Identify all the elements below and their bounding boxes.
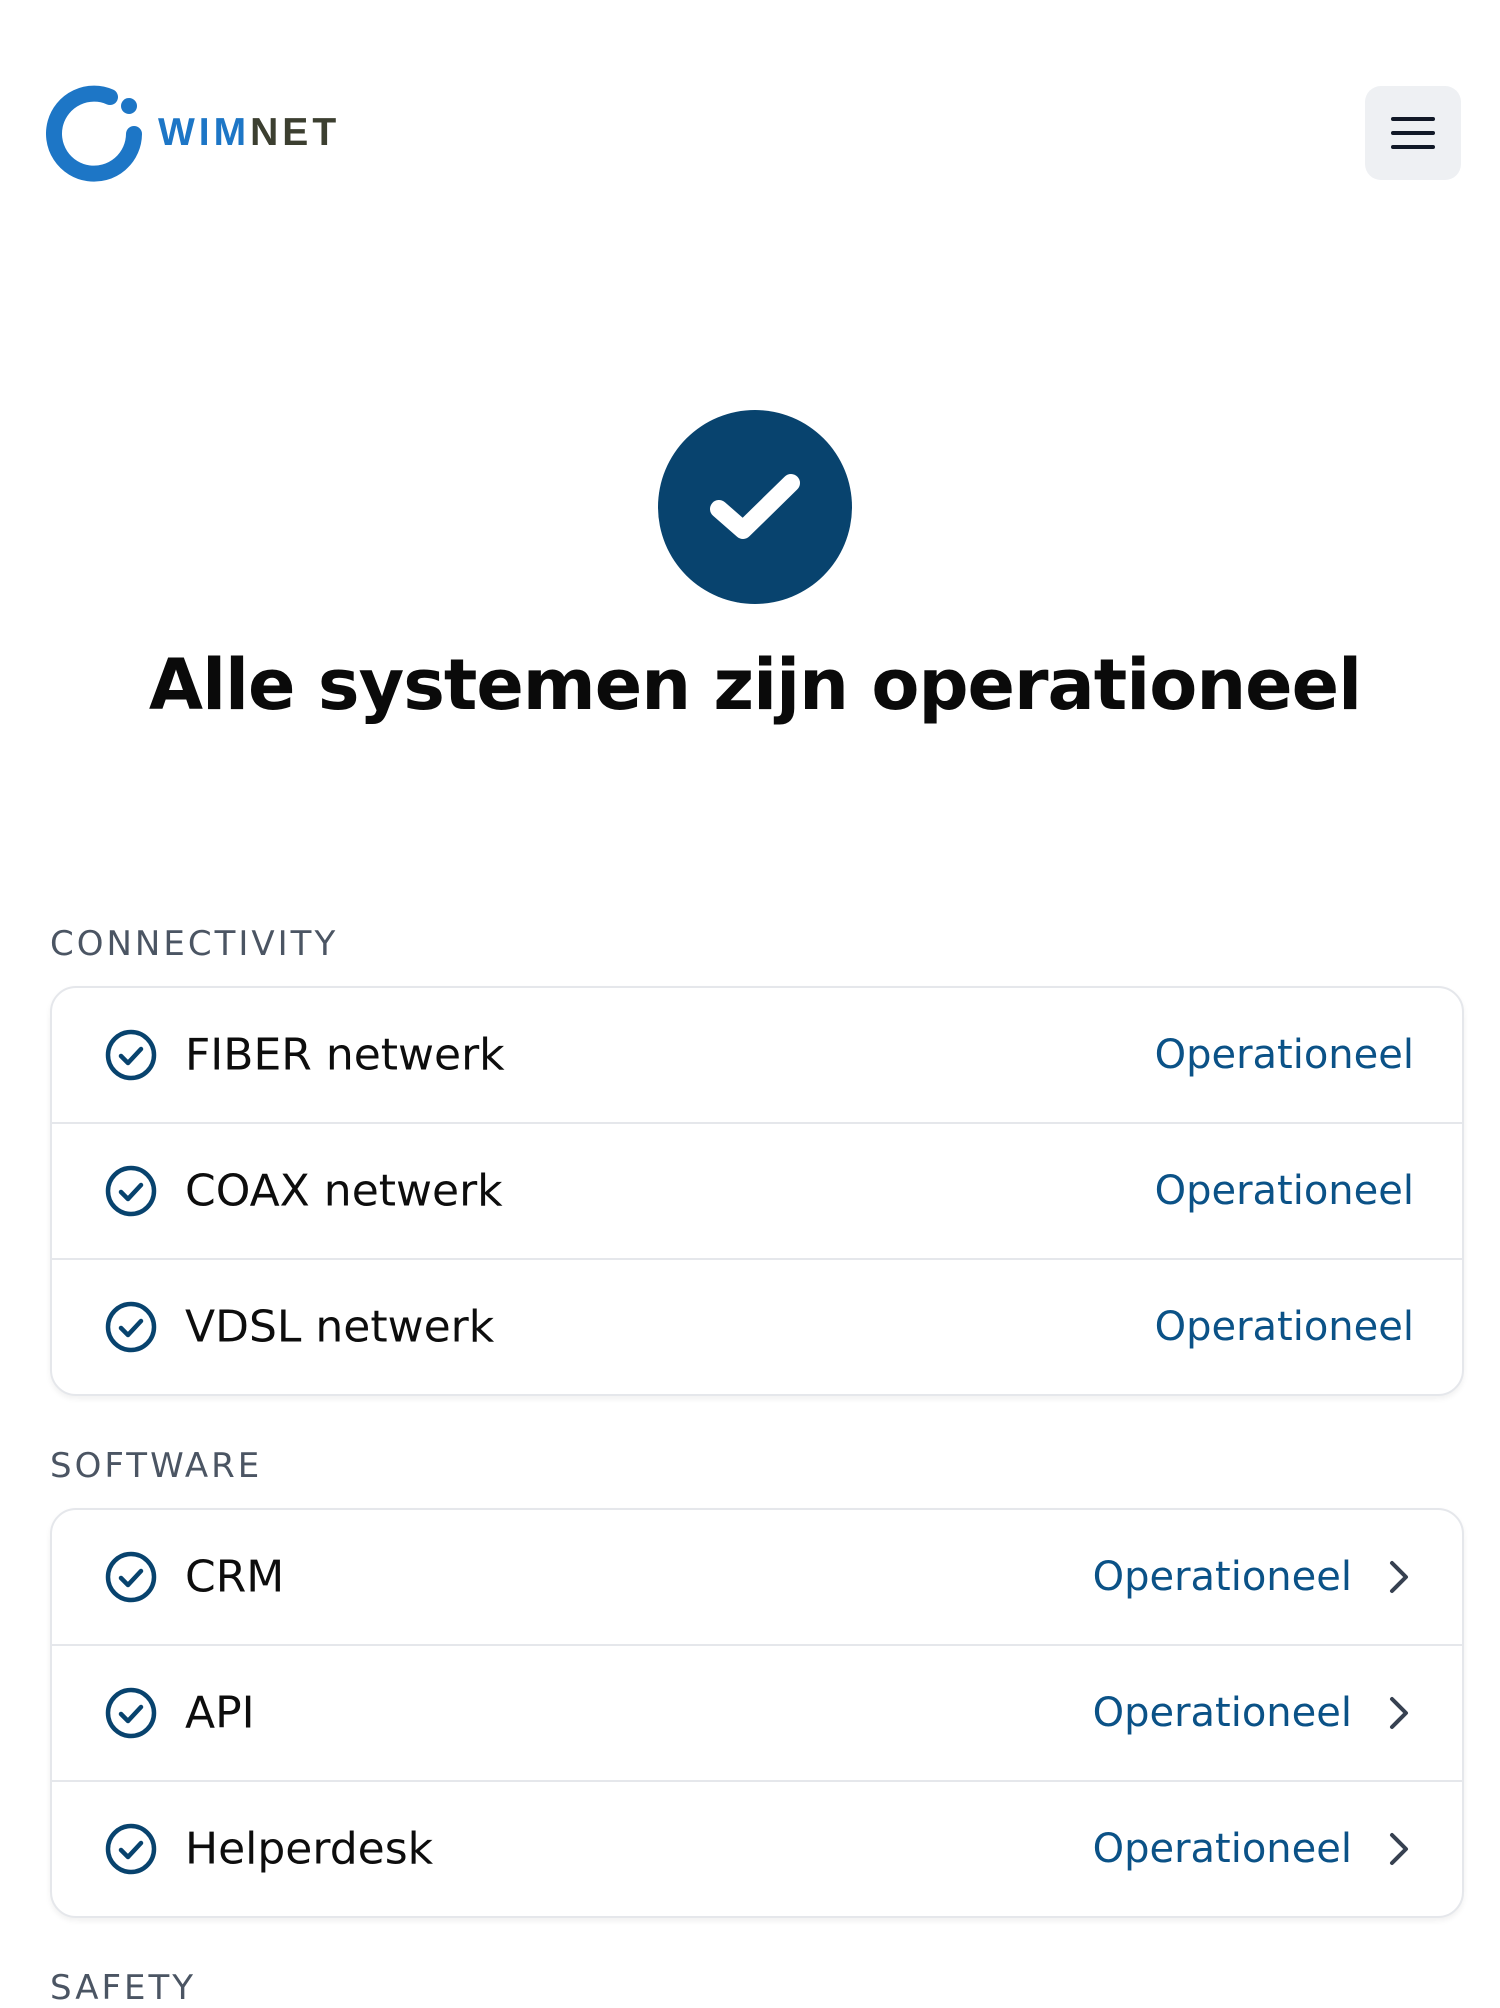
status-text: Operationeel <box>1154 1304 1414 1350</box>
service-row-crm[interactable]: CRM Operationeel <box>52 1510 1462 1644</box>
service-row-helperdesk[interactable]: Helperdesk Operationeel <box>52 1780 1462 1916</box>
service-name: FIBER netwerk <box>185 1029 505 1081</box>
service-name: Helperdesk <box>185 1823 434 1875</box>
service-row-vdsl[interactable]: VDSL netwerk Operationeel <box>52 1258 1462 1394</box>
all-operational-check-icon <box>658 410 852 604</box>
service-name: API <box>185 1687 255 1739</box>
check-circle-icon <box>105 1029 157 1081</box>
check-circle-icon <box>105 1301 157 1353</box>
section-label-software: SOFTWARE <box>50 1446 263 1486</box>
service-row-fiber[interactable]: FIBER netwerk Operationeel <box>52 988 1462 1122</box>
check-circle-icon <box>105 1551 157 1603</box>
chevron-right-icon <box>1390 1561 1408 1593</box>
status-text: Operationeel <box>1154 1032 1414 1078</box>
wimnet-logo-mark-icon <box>46 85 142 182</box>
section-label-safety: SAFETY <box>50 1968 197 2008</box>
checkmark-icon <box>710 474 800 539</box>
section-label-connectivity: CONNECTIVITY <box>50 924 339 964</box>
hamburger-menu-icon <box>1391 117 1435 149</box>
check-circle-icon <box>105 1165 157 1217</box>
status-text: Operationeel <box>1092 1826 1352 1872</box>
site-header: WIMNET <box>0 0 1500 240</box>
service-row-api[interactable]: API Operationeel <box>52 1644 1462 1780</box>
software-card: CRM Operationeel API Operationeel Helper… <box>50 1508 1464 1918</box>
check-circle-icon <box>105 1823 157 1875</box>
menu-button[interactable] <box>1365 86 1461 180</box>
service-name: VDSL netwerk <box>185 1301 495 1353</box>
chevron-right-icon <box>1390 1833 1408 1865</box>
service-row-coax[interactable]: COAX netwerk Operationeel <box>52 1122 1462 1258</box>
status-text: Operationeel <box>1154 1168 1414 1214</box>
service-name: CRM <box>185 1551 285 1603</box>
logo-wordmark-wim: WIM <box>158 110 251 154</box>
logo-wordmark-net: NET <box>250 110 341 154</box>
service-name: COAX netwerk <box>185 1165 503 1217</box>
page-title: Alle systemen zijn operationeel <box>148 644 1362 726</box>
logo-wordmark: WIMNET <box>158 113 340 152</box>
wimnet-logo[interactable]: WIMNET <box>46 82 340 182</box>
check-circle-icon <box>105 1687 157 1739</box>
chevron-right-icon <box>1390 1697 1408 1729</box>
status-text: Operationeel <box>1092 1690 1352 1736</box>
connectivity-card: FIBER netwerk Operationeel COAX netwerk … <box>50 986 1464 1396</box>
status-text: Operationeel <box>1092 1554 1352 1600</box>
